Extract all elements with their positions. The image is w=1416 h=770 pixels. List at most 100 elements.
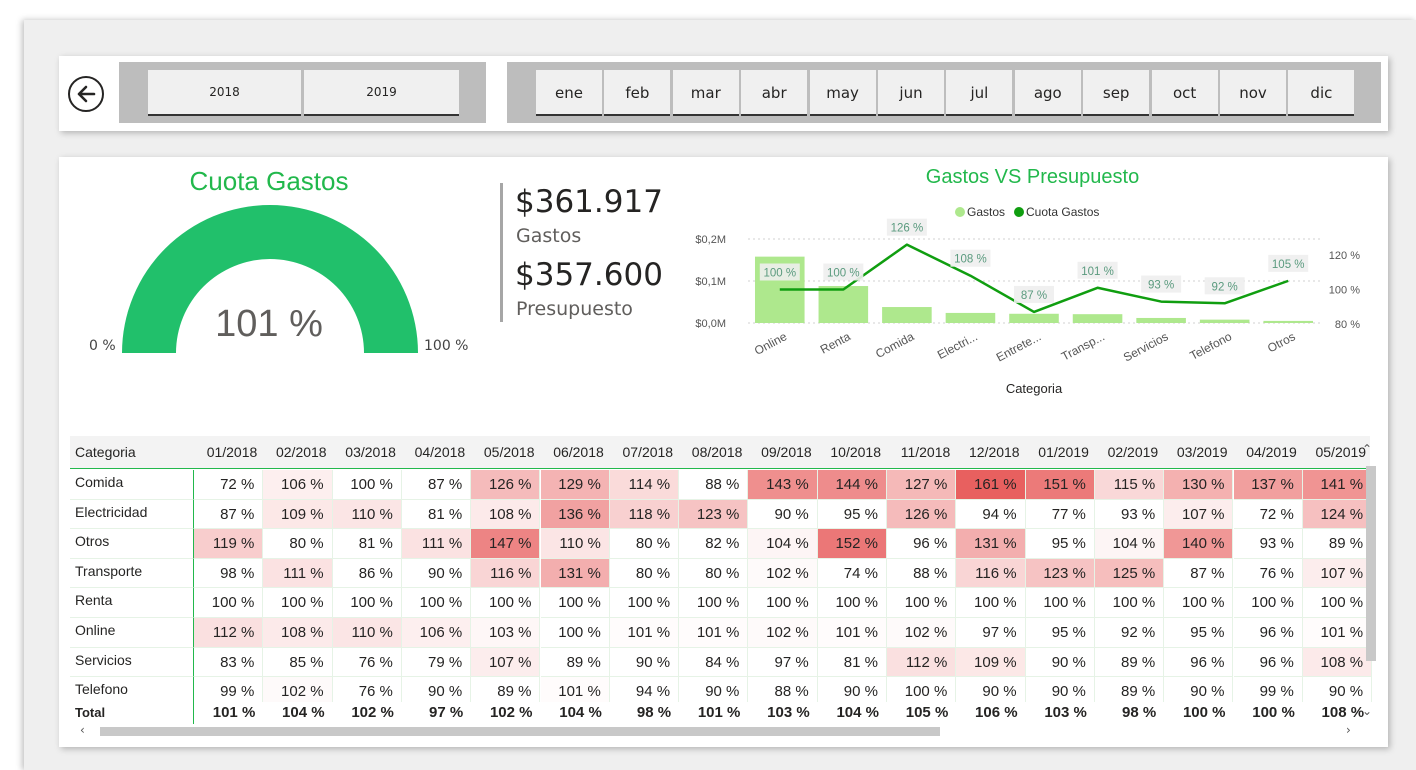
table-cell: 108 % [1302, 647, 1373, 678]
row-header: Renta [70, 588, 194, 618]
table-cell: 88 % [887, 558, 957, 589]
table-cell: 100 % [1164, 588, 1234, 618]
table-cell: 89 % [1094, 647, 1165, 678]
table-cell: 80 % [679, 558, 749, 589]
table-cell: 96 % [887, 529, 957, 559]
table-cell: 101 % [1302, 618, 1373, 648]
vertical-scrollbar[interactable] [1366, 466, 1376, 661]
column-header-month[interactable]: 05/2019 [1303, 436, 1366, 468]
table-cell: 100 % [1302, 588, 1373, 618]
month-option-dic[interactable]: dic [1288, 70, 1355, 116]
total-cell: 101 % [194, 701, 264, 724]
column-header-month[interactable]: 07/2018 [610, 436, 673, 468]
table-cell: 81 % [401, 499, 472, 530]
table-cell: 100 % [332, 470, 402, 500]
total-cell: 103 % [748, 701, 818, 724]
table-cell: 116 % [956, 558, 1026, 589]
table-cell: 109 % [956, 647, 1026, 678]
year-option[interactable]: 2019 [304, 70, 459, 116]
table-cell: 144 % [817, 470, 887, 500]
column-header-month[interactable]: 03/2018 [333, 436, 396, 468]
month-option-ene[interactable]: ene [536, 70, 602, 116]
table-cell: 100 % [956, 588, 1026, 618]
table-cell: 110 % [332, 499, 402, 530]
column-header-month[interactable]: 04/2019 [1234, 436, 1297, 468]
table-cell: 107 % [1164, 499, 1234, 530]
table-cell: 100 % [471, 588, 541, 618]
x-axis-tick: Otros [1265, 329, 1297, 355]
month-option-abr[interactable]: abr [741, 70, 808, 116]
table-cell: 72 % [194, 470, 264, 500]
bar-gastos [1263, 320, 1314, 323]
month-option-may[interactable]: may [809, 70, 876, 116]
table-cell: 108 % [471, 499, 541, 530]
table-cell: 112 % [887, 647, 957, 678]
column-header-month[interactable]: 02/2018 [263, 436, 327, 468]
table-cell: 84 % [679, 647, 749, 678]
kpi-gastos-value: $361.917 [515, 184, 663, 220]
scroll-right-icon[interactable]: › [1346, 723, 1351, 736]
table-cell: 100 % [1025, 588, 1095, 618]
table-cell: 106 % [401, 618, 472, 648]
table-cell: 97 % [956, 618, 1026, 648]
column-header-month[interactable]: 04/2018 [402, 436, 466, 468]
table-cell: 151 % [1025, 470, 1095, 500]
table-cell: 102 % [748, 558, 818, 589]
gauge-max-label: 100 % [424, 338, 469, 354]
scroll-down-icon[interactable]: ⌄ [1362, 704, 1372, 718]
month-option-sep[interactable]: sep [1083, 70, 1150, 116]
bar-gastos [1009, 313, 1059, 323]
column-header-month[interactable]: 10/2018 [818, 436, 881, 468]
table-cell: 89 % [1302, 529, 1373, 559]
table-cell: 100 % [609, 588, 680, 618]
table-cell: 89 % [540, 647, 610, 678]
legend-gastos-label: Gastos [967, 205, 1005, 219]
table-cell: 101 % [817, 618, 887, 648]
table-cell: 131 % [956, 529, 1026, 559]
month-option-ago[interactable]: ago [1014, 70, 1081, 116]
year-option[interactable]: 2018 [148, 70, 301, 116]
table-cell: 143 % [748, 470, 818, 500]
scroll-up-icon[interactable]: ⌃ [1362, 442, 1372, 456]
table-cell: 93 % [1233, 529, 1303, 559]
table-cell: 104 % [1094, 529, 1165, 559]
back-button[interactable] [68, 76, 104, 112]
data-label: 93 % [1148, 280, 1174, 292]
table-cell: 115 % [1094, 470, 1165, 500]
column-header-month[interactable]: 05/2018 [471, 436, 535, 468]
data-label: 87 % [1021, 290, 1047, 302]
column-header-month[interactable]: 09/2018 [748, 436, 812, 468]
x-axis-tick: Renta [818, 329, 853, 357]
column-header-month[interactable]: 02/2019 [1095, 436, 1159, 468]
column-header-month[interactable]: 11/2018 [887, 436, 951, 468]
column-header-month[interactable]: 12/2018 [956, 436, 1020, 468]
month-option-mar[interactable]: mar [672, 70, 739, 116]
table-cell: 87 % [401, 470, 472, 500]
total-cell: 98 % [1094, 701, 1165, 724]
x-axis-tick: Telefono [1187, 329, 1234, 363]
table-cell: 127 % [887, 470, 957, 500]
column-header-month[interactable]: 03/2019 [1164, 436, 1228, 468]
month-option-nov[interactable]: nov [1220, 70, 1286, 116]
column-header-month[interactable]: 01/2019 [1026, 436, 1089, 468]
table-cell: 93 % [1094, 499, 1165, 530]
scroll-left-icon[interactable]: ‹ [80, 723, 85, 736]
data-label: 92 % [1212, 281, 1238, 293]
column-header-categoria[interactable]: Categoria [70, 436, 193, 468]
column-header-month[interactable]: 01/2018 [194, 436, 258, 468]
horizontal-scrollbar[interactable] [100, 726, 940, 736]
column-header-month[interactable]: 08/2018 [679, 436, 743, 468]
y-axis-tick-left: $0,2M [695, 234, 726, 246]
table-cell: 90 % [401, 558, 472, 589]
table-cell: 90 % [748, 499, 818, 530]
column-header-month[interactable]: 06/2018 [541, 436, 604, 468]
year-slicer: 2018 2019 [119, 62, 486, 123]
month-option-feb[interactable]: feb [604, 70, 671, 116]
table-cell: 100 % [1094, 588, 1165, 618]
table-cell: 118 % [609, 499, 680, 530]
month-option-jul[interactable]: jul [946, 70, 1013, 116]
combo-chart: Gastos Cuota Gastos $0,0M $0,1M $0,2M 80 % 100… [695, 205, 1360, 396]
table-cell: 100 % [748, 588, 818, 618]
month-option-oct[interactable]: oct [1151, 70, 1218, 116]
month-option-jun[interactable]: jun [878, 70, 944, 116]
